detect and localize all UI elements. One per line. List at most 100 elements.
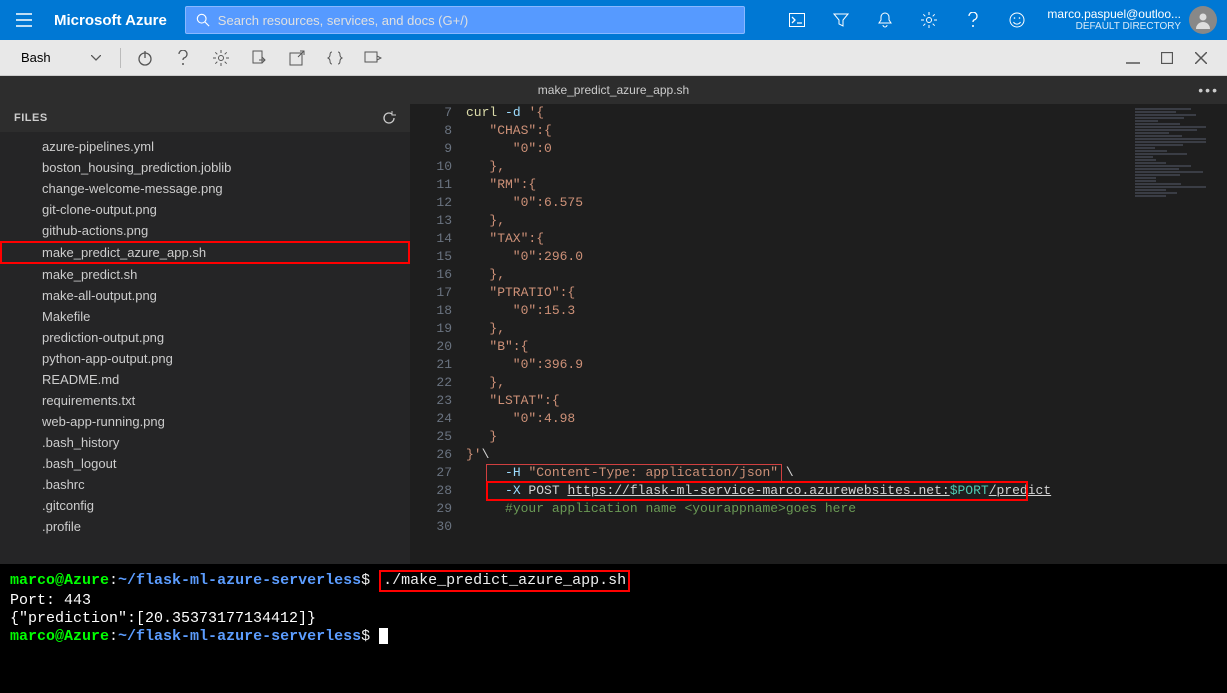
file-item[interactable]: azure-pipelines.yml [0, 136, 410, 157]
file-item[interactable]: web-app-running.png [0, 411, 410, 432]
feedback-button[interactable] [997, 0, 1037, 40]
file-item[interactable]: boston_housing_prediction.joblib [0, 157, 410, 178]
code-content[interactable]: curl -d '{ "CHAS":{ "0":0 }, "RM":{ "0":… [466, 104, 1133, 564]
user-email: marco.paspuel@outloo... [1047, 7, 1181, 21]
code-line[interactable]: } [466, 428, 1133, 446]
terminal-output: Port: 443 {"prediction":[20.353731771344… [10, 592, 316, 627]
code-line[interactable]: curl -d '{ [466, 104, 1133, 122]
code-line[interactable]: }, [466, 266, 1133, 284]
file-item[interactable]: make_predict.sh [0, 264, 410, 285]
code-line[interactable]: "TAX":{ [466, 230, 1133, 248]
help-icon [178, 50, 188, 66]
chevron-down-icon [91, 55, 101, 61]
files-header-label: FILES [14, 112, 48, 124]
code-line[interactable]: "PTRATIO":{ [466, 284, 1133, 302]
file-item[interactable]: README.md [0, 369, 410, 390]
user-account[interactable]: marco.paspuel@outloo... DEFAULT DIRECTOR… [1037, 6, 1227, 34]
code-line[interactable]: "LSTAT":{ [466, 392, 1133, 410]
code-line[interactable]: "CHAS":{ [466, 122, 1133, 140]
refresh-icon [382, 111, 396, 125]
new-session-button[interactable] [283, 44, 311, 72]
restart-button[interactable] [131, 44, 159, 72]
editor-tab-title[interactable]: make_predict_azure_app.sh [538, 83, 689, 97]
maximize-button[interactable] [1153, 44, 1181, 72]
preview-icon [364, 51, 382, 65]
code-line[interactable]: "0":396.9 [466, 356, 1133, 374]
refresh-button[interactable] [382, 111, 396, 125]
terminal[interactable]: marco@Azure:~/flask-ml-azure-serverless$… [0, 564, 1227, 693]
code-line[interactable]: }, [466, 158, 1133, 176]
cloud-shell-icon [789, 13, 805, 27]
prompt-path: ~/flask-ml-azure-serverless [118, 572, 361, 589]
azure-toolbar-icons [777, 0, 1037, 40]
power-icon [137, 50, 153, 66]
gear-icon [921, 12, 937, 28]
code-line[interactable]: "RM":{ [466, 176, 1133, 194]
cloud-shell-toolbar: Bash [0, 40, 1227, 76]
minimap[interactable] [1133, 104, 1227, 564]
file-item[interactable]: change-welcome-message.png [0, 178, 410, 199]
file-item[interactable]: .profile [0, 516, 410, 537]
file-item[interactable]: github-actions.png [0, 220, 410, 241]
code-line[interactable]: }, [466, 374, 1133, 392]
editor-more-button[interactable]: ••• [1198, 82, 1219, 98]
code-line[interactable]: "0":296.0 [466, 248, 1133, 266]
settings-button[interactable] [909, 0, 949, 40]
line-gutter: 7891011121314151617181920212223242526272… [410, 104, 466, 564]
code-line[interactable]: }, [466, 320, 1133, 338]
code-line[interactable]: "0":6.575 [466, 194, 1133, 212]
terminal-command-highlight: ./make_predict_azure_app.sh [379, 570, 630, 592]
code-line[interactable]: "B":{ [466, 338, 1133, 356]
help-button[interactable] [953, 0, 993, 40]
directories-button[interactable] [821, 0, 861, 40]
bell-icon [878, 12, 892, 28]
code-editor[interactable]: 7891011121314151617181920212223242526272… [410, 104, 1227, 564]
code-line[interactable]: "0":0 [466, 140, 1133, 158]
shell-selector[interactable]: Bash [12, 45, 110, 70]
settings-button-shell[interactable] [207, 44, 235, 72]
avatar [1189, 6, 1217, 34]
cloud-shell-button[interactable] [777, 0, 817, 40]
close-button[interactable] [1187, 44, 1215, 72]
global-search[interactable] [185, 6, 745, 34]
code-line[interactable]: #your application name <yourappname>goes… [466, 500, 1133, 518]
file-item[interactable]: prediction-output.png [0, 327, 410, 348]
azure-top-bar: Microsoft Azure marco.paspuel@outloo... … [0, 0, 1227, 40]
files-header: FILES [0, 104, 410, 132]
terminal-command: ./make_predict_azure_app.sh [383, 572, 626, 589]
close-icon [1195, 52, 1207, 64]
file-item[interactable]: git-clone-output.png [0, 199, 410, 220]
web-preview-button[interactable] [359, 44, 387, 72]
file-item[interactable]: .bash_logout [0, 453, 410, 474]
hamburger-icon [16, 13, 32, 27]
file-item[interactable]: python-app-output.png [0, 348, 410, 369]
file-item[interactable]: .gitconfig [0, 495, 410, 516]
search-icon [196, 13, 210, 27]
search-input[interactable] [218, 13, 734, 28]
file-item[interactable]: make-all-output.png [0, 285, 410, 306]
file-item[interactable]: .bashrc [0, 474, 410, 495]
minimize-icon [1126, 51, 1140, 65]
prompt-user: marco@Azure [10, 572, 109, 589]
file-transfer-icon [251, 50, 267, 66]
hamburger-menu[interactable] [0, 13, 48, 27]
person-icon [1194, 11, 1212, 29]
code-line[interactable]: -H "Content-Type: application/json" \ [466, 464, 1133, 482]
file-item[interactable]: requirements.txt [0, 390, 410, 411]
file-item[interactable]: Makefile [0, 306, 410, 327]
editor-button[interactable] [321, 44, 349, 72]
files-list[interactable]: azure-pipelines.ymlboston_housing_predic… [0, 132, 410, 564]
user-directory: DEFAULT DIRECTORY [1047, 21, 1181, 33]
notifications-button[interactable] [865, 0, 905, 40]
help-button-shell[interactable] [169, 44, 197, 72]
code-line[interactable]: "0":15.3 [466, 302, 1133, 320]
minimize-button[interactable] [1119, 44, 1147, 72]
code-line[interactable]: }, [466, 212, 1133, 230]
file-item[interactable]: .bash_history [0, 432, 410, 453]
code-line[interactable]: }'\ [466, 446, 1133, 464]
code-line[interactable]: -X POST https://flask-ml-service-marco.a… [466, 482, 1133, 500]
upload-download-button[interactable] [245, 44, 273, 72]
file-item[interactable]: make_predict_azure_app.sh [0, 241, 410, 264]
code-line[interactable] [466, 518, 1133, 536]
code-line[interactable]: "0":4.98 [466, 410, 1133, 428]
